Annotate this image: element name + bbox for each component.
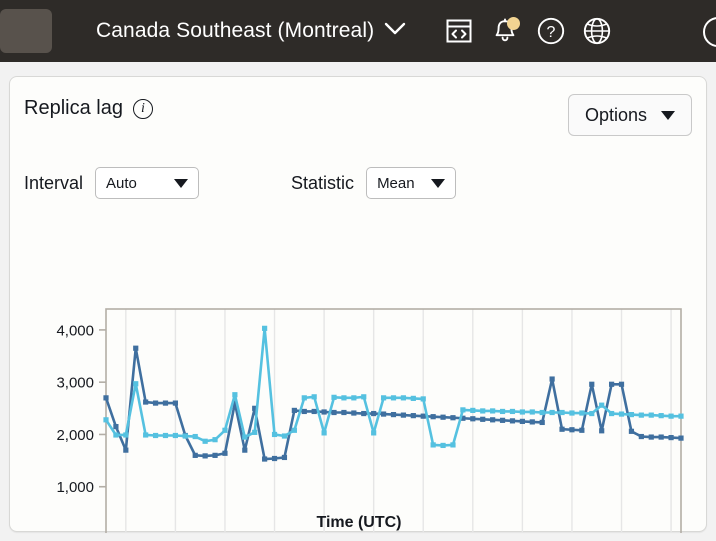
notifications-bell-icon[interactable] (482, 8, 528, 54)
top-navigation-bar: Canada Southeast (Montreal) (0, 0, 716, 62)
svg-text:1,000: 1,000 (56, 479, 94, 496)
svg-text:2,000: 2,000 (56, 427, 94, 444)
chevron-down-icon (384, 22, 406, 41)
svg-text:3,000: 3,000 (56, 375, 94, 392)
svg-text:0: 0 (86, 532, 94, 534)
replica-lag-series-light (106, 328, 681, 445)
statistic-control-group: Statistic Mean (291, 167, 456, 199)
x-axis-title: Time (UTC) (316, 514, 401, 531)
options-button[interactable]: Options (568, 94, 692, 136)
interval-select-value: Auto (106, 175, 137, 192)
help-question-icon[interactable]: ? (528, 8, 574, 54)
statistic-select[interactable]: Mean (366, 167, 456, 199)
caret-down-icon (661, 111, 675, 120)
widget-title-group: Replica lag i (24, 97, 153, 120)
svg-text:4,000: 4,000 (56, 322, 94, 339)
interval-label: Interval (24, 173, 83, 194)
statistic-select-value: Mean (377, 175, 415, 192)
caret-down-icon (431, 179, 445, 188)
svg-text:?: ? (547, 24, 556, 41)
widget-header: Replica lag i Options (10, 77, 706, 147)
globe-language-icon[interactable] (574, 8, 620, 54)
region-selector[interactable]: Canada Southeast (Montreal) (96, 19, 406, 43)
chart-plot-frame (106, 309, 681, 533)
page-title: Replica lag (24, 97, 123, 120)
chart-svg: 01,0002,0003,0004,000 07:4507:5007:5508:… (10, 217, 708, 533)
cloudshell-icon[interactable] (436, 8, 482, 54)
replica-lag-widget-card: Replica lag i Options Interval Auto Stat… (9, 76, 707, 532)
info-icon[interactable]: i (133, 99, 153, 119)
service-logo-tile[interactable] (0, 9, 52, 53)
region-selector-label: Canada Southeast (Montreal) (96, 19, 374, 43)
replica-lag-series-dark (106, 348, 681, 459)
account-avatar-icon[interactable] (703, 17, 716, 47)
chart-y-axis: 0 1,000 2,000 3,000 4,000 (56, 322, 106, 533)
interval-select[interactable]: Auto (95, 167, 199, 199)
chart-controls: Interval Auto Statistic Mean (24, 167, 456, 199)
chart-series-group (103, 326, 683, 462)
replica-lag-chart[interactable]: 01,0002,0003,0004,000 07:4507:5007:5508:… (10, 217, 708, 533)
top-nav-icon-group: ? (436, 8, 620, 54)
statistic-label: Statistic (291, 173, 354, 194)
options-button-label: Options (585, 105, 647, 126)
chart-gridlines (126, 309, 671, 533)
caret-down-icon (174, 179, 188, 188)
